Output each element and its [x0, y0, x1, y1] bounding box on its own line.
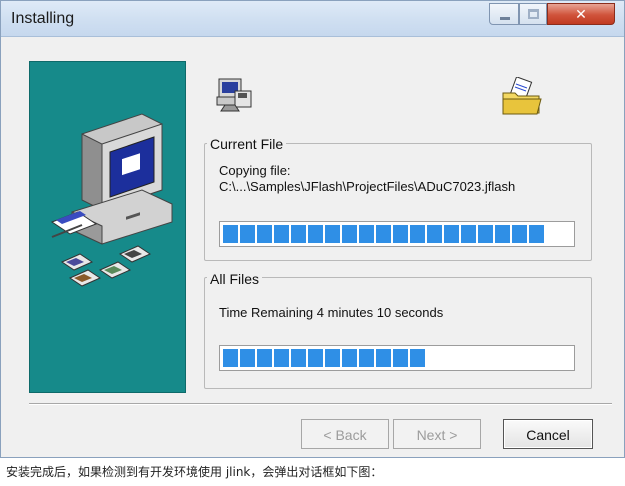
progress-block: [410, 349, 425, 367]
progress-block: [410, 225, 425, 243]
progress-block: [376, 225, 391, 243]
current-file-progress-bar: [219, 221, 575, 247]
minimize-button[interactable]: [489, 3, 519, 25]
progress-block: [461, 225, 476, 243]
maximize-icon: [528, 9, 539, 19]
progress-block: [223, 349, 238, 367]
all-files-progress-bar: [219, 345, 575, 371]
progress-block: [325, 349, 340, 367]
window-title: Installing: [11, 10, 75, 27]
progress-block: [495, 225, 510, 243]
current-file-label: Current File: [207, 136, 287, 152]
current-file-progress-fill: [223, 225, 544, 243]
progress-block: [325, 225, 340, 243]
progress-block: [359, 225, 374, 243]
progress-block: [427, 225, 442, 243]
floppy-disk-icon: [60, 245, 152, 287]
progress-block: [376, 349, 391, 367]
progress-block: [393, 349, 408, 367]
copying-file-text: Copying file:: [219, 163, 291, 178]
progress-block: [257, 349, 272, 367]
progress-block: [274, 225, 289, 243]
minimize-icon: [500, 17, 510, 20]
computer-icon: [50, 113, 173, 245]
time-remaining-text: Time Remaining 4 minutes 10 seconds: [219, 305, 444, 320]
title-bar[interactable]: Installing ✕: [1, 1, 624, 37]
progress-block: [291, 225, 306, 243]
close-button[interactable]: ✕: [547, 3, 615, 25]
all-files-group: [204, 277, 592, 389]
progress-block: [308, 349, 323, 367]
progress-block: [274, 349, 289, 367]
progress-block: [240, 225, 255, 243]
all-files-label: All Files: [207, 271, 263, 287]
installer-window: Installing ✕ Current File Copying file: …: [0, 0, 625, 458]
progress-block: [240, 349, 255, 367]
wizard-banner: [29, 61, 186, 393]
progress-block: [359, 349, 374, 367]
all-files-progress-fill: [223, 349, 425, 367]
progress-block: [512, 225, 527, 243]
caption-text: 安装完成后，如果检测到有开发环境使用 jlink，会弹出对话框如下图：: [6, 465, 383, 479]
progress-block: [342, 225, 357, 243]
progress-block: [291, 349, 306, 367]
progress-block: [257, 225, 272, 243]
progress-block: [529, 225, 544, 243]
back-button[interactable]: < Back: [301, 419, 389, 449]
progress-block: [444, 225, 459, 243]
folder-icon: [502, 77, 542, 115]
close-icon: ✕: [575, 6, 587, 22]
current-file-path: C:\...\Samples\JFlash\ProjectFiles\ADuC7…: [219, 179, 516, 194]
next-button[interactable]: Next >: [393, 419, 481, 449]
installer-icon: [216, 78, 252, 112]
progress-block: [308, 225, 323, 243]
progress-block: [393, 225, 408, 243]
progress-block: [478, 225, 493, 243]
button-separator: [29, 403, 612, 405]
progress-block: [342, 349, 357, 367]
maximize-button[interactable]: [519, 3, 547, 25]
progress-block: [223, 225, 238, 243]
cancel-button[interactable]: Cancel: [503, 419, 593, 449]
